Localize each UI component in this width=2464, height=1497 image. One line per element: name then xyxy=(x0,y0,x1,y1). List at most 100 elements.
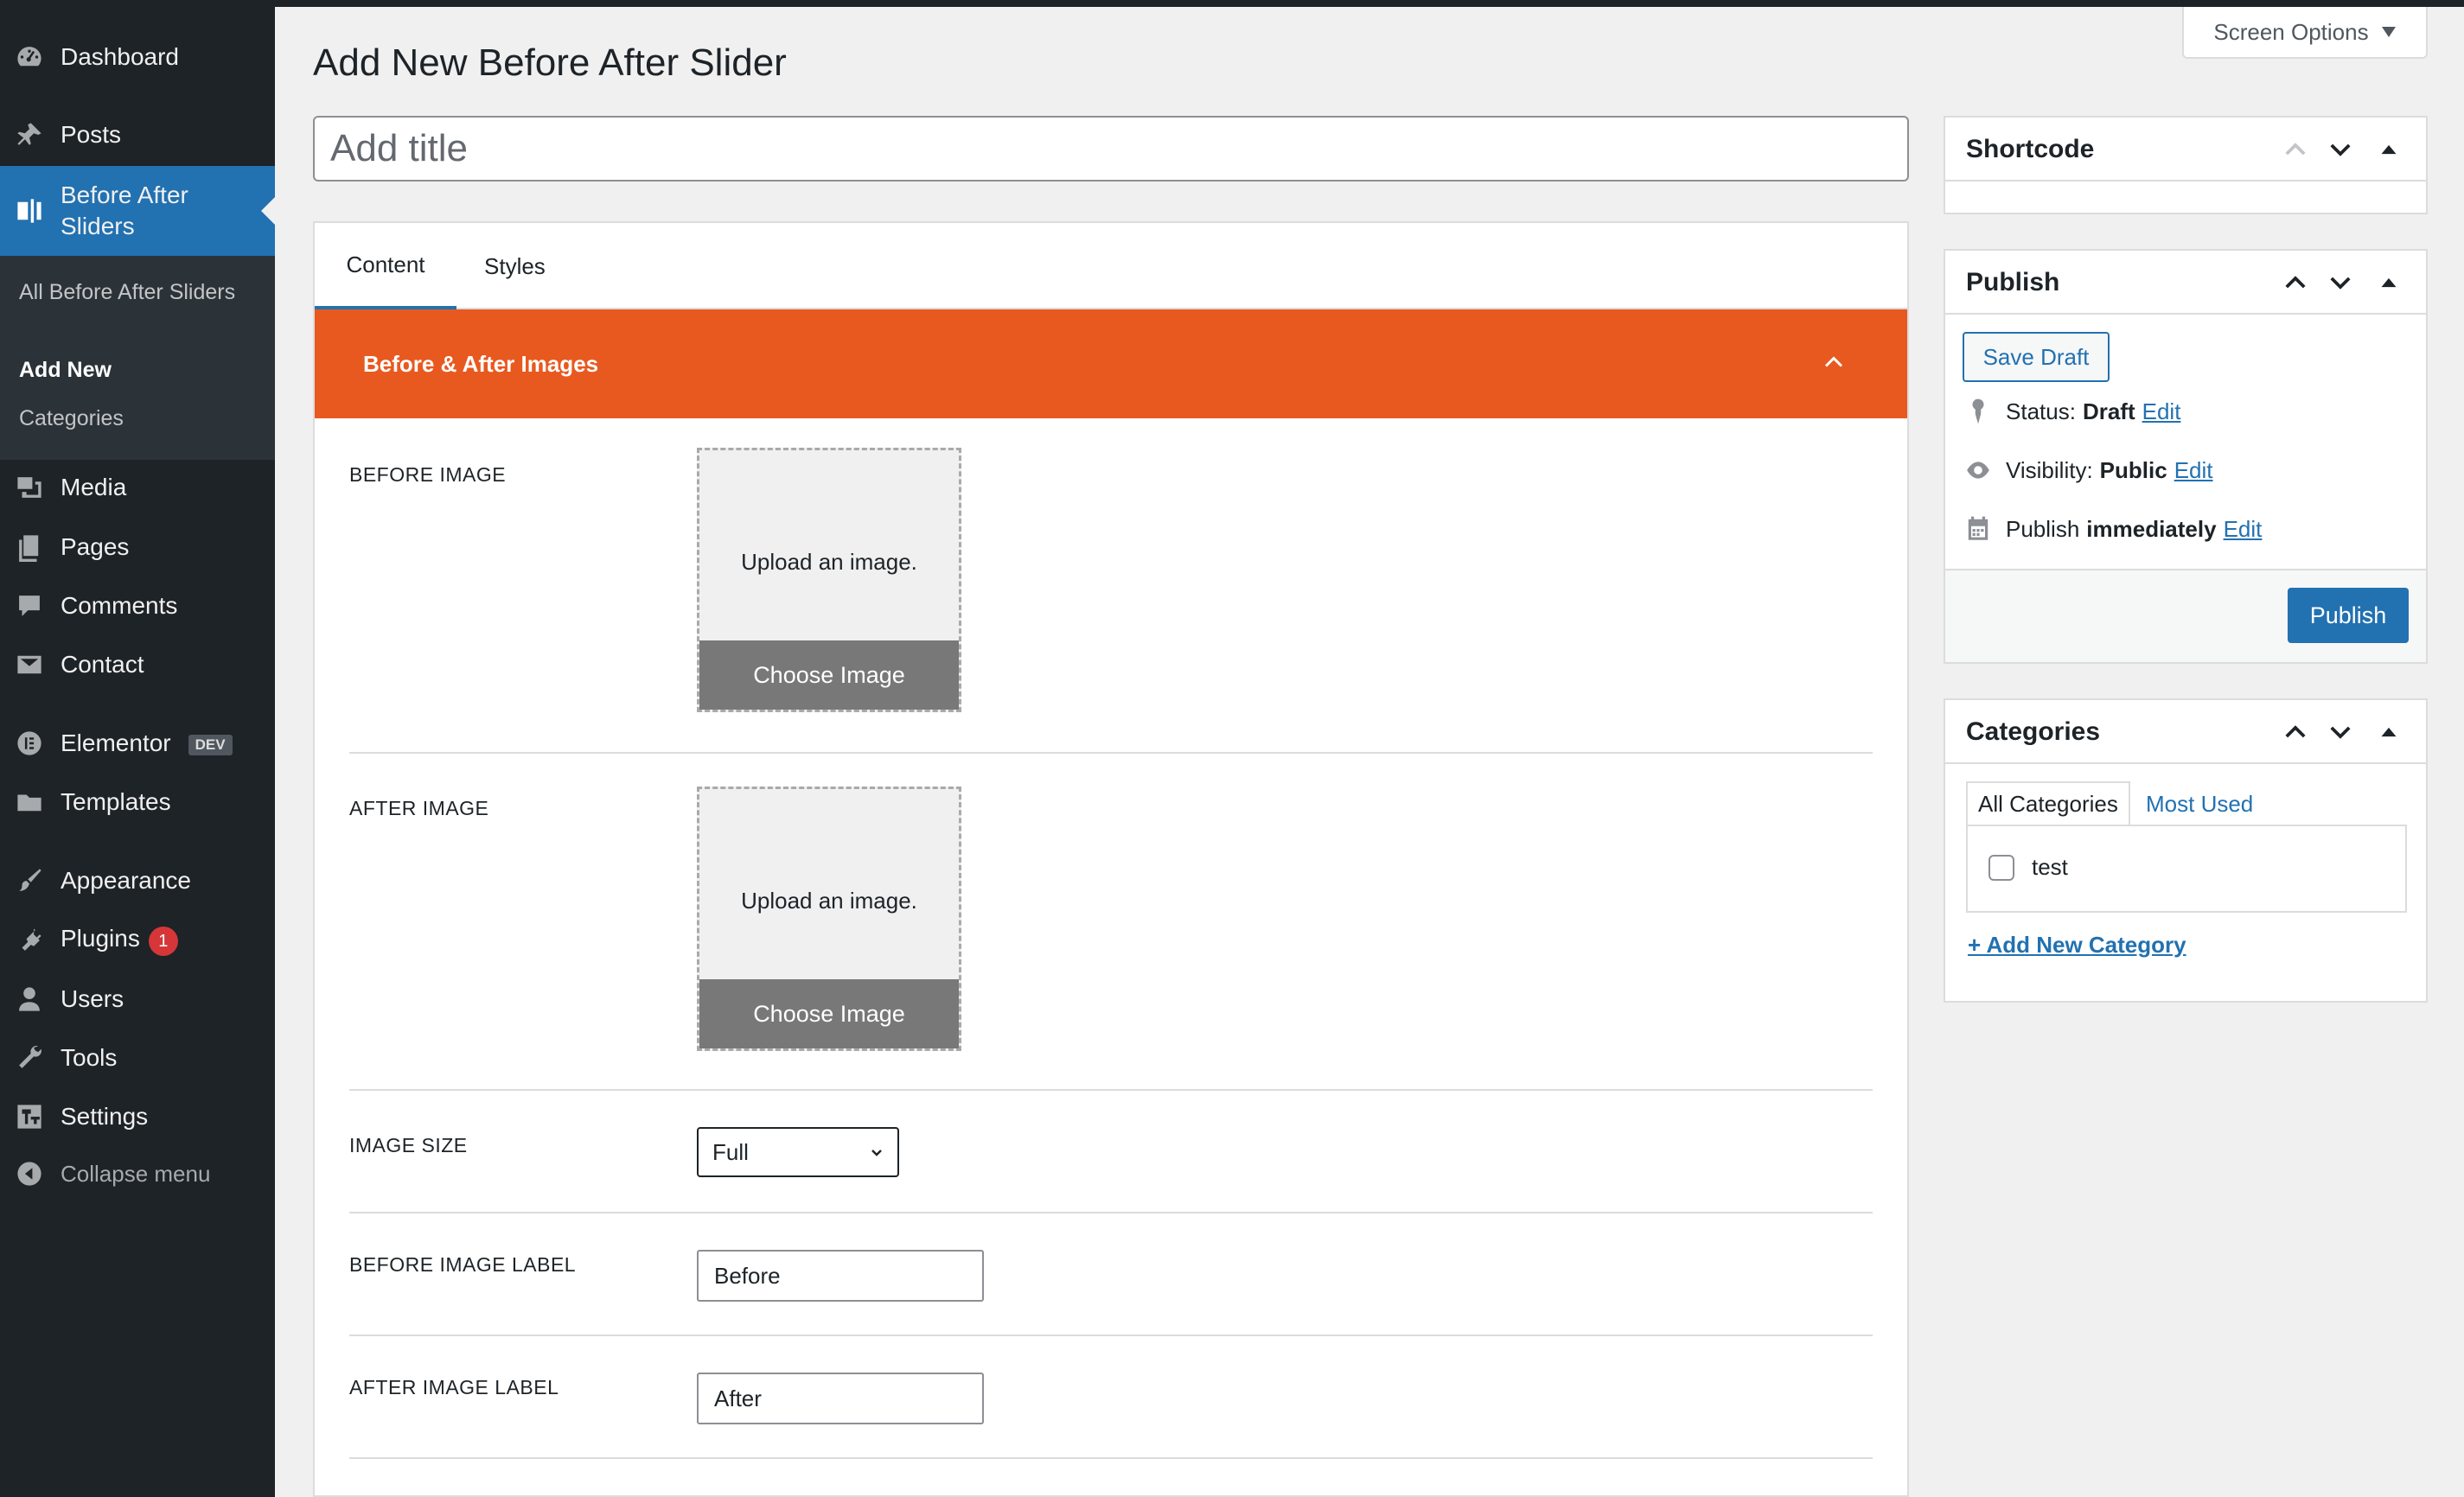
folder-icon xyxy=(14,787,45,818)
admin-top-bar xyxy=(275,0,2464,7)
move-down-button[interactable] xyxy=(2326,135,2355,164)
publish-value: immediately xyxy=(2086,515,2217,542)
sidebar-item-appearance[interactable]: Appearance xyxy=(0,855,275,907)
save-draft-button[interactable]: Save Draft xyxy=(1963,332,2110,382)
chevron-up-icon[interactable] xyxy=(1821,349,1847,375)
add-new-category-link[interactable]: + Add New Category xyxy=(1968,932,2186,959)
publish-time-row: Publish immediately Edit xyxy=(1963,512,2262,546)
edit-publish-time-link[interactable]: Edit xyxy=(2224,516,2263,543)
move-up-button[interactable] xyxy=(2281,268,2310,297)
tab-content[interactable]: Content xyxy=(315,223,456,309)
settings-icon xyxy=(14,1101,45,1132)
sidebar-item-dashboard[interactable]: Dashboard xyxy=(0,31,275,83)
plugins-update-badge: 1 xyxy=(148,927,178,956)
edit-status-link[interactable]: Edit xyxy=(2142,398,2181,425)
pages-icon xyxy=(14,532,45,563)
chevron-up-icon xyxy=(2285,143,2306,156)
sidebar-collapse-menu[interactable]: Collapse menu xyxy=(0,1148,275,1200)
sidebar-item-plugins[interactable]: Plugins 1 xyxy=(0,914,275,966)
sidebar-item-tools[interactable]: Tools xyxy=(0,1032,275,1084)
sidebar-item-settings[interactable]: Settings xyxy=(0,1091,275,1143)
collapse-icon xyxy=(14,1158,45,1189)
sidebar-item-contact[interactable]: Contact xyxy=(0,639,275,691)
sidebar-item-elementor[interactable]: Elementor DEV xyxy=(0,717,275,769)
move-down-button[interactable] xyxy=(2326,268,2355,297)
before-label-row: BEFORE IMAGE LABEL xyxy=(349,1214,1873,1336)
sidebar-label-media: Media xyxy=(61,474,127,500)
before-image-uploader[interactable]: Upload an image. Choose Image xyxy=(697,448,961,712)
admin-sidebar: Dashboard Posts Before After Sliders All… xyxy=(0,0,275,1497)
sidebar-label-dashboard: Dashboard xyxy=(61,43,179,70)
sidebar-item-templates[interactable]: Templates xyxy=(0,776,275,828)
brush-icon xyxy=(14,865,45,896)
envelope-icon xyxy=(14,649,45,680)
screen-options-button[interactable]: Screen Options xyxy=(2182,7,2428,59)
chevron-down-icon xyxy=(2330,726,2351,739)
sidebar-label-posts: Posts xyxy=(61,121,122,148)
categories-box-header: Categories xyxy=(1945,700,2426,764)
page-title: Add New Before After Slider xyxy=(313,41,787,84)
after-image-uploader[interactable]: Upload an image. Choose Image xyxy=(697,787,961,1051)
image-size-select[interactable]: Full xyxy=(697,1127,899,1177)
publish-box-header: Publish xyxy=(1945,251,2426,315)
active-menu-arrow xyxy=(261,197,275,225)
sidebar-item-media[interactable]: Media xyxy=(0,462,275,513)
toggle-panel-button[interactable] xyxy=(2374,135,2403,164)
after-image-row: AFTER IMAGE Upload an image. Choose Imag… xyxy=(349,754,1873,1091)
post-title-input[interactable] xyxy=(313,116,1909,182)
sidebar-item-pages[interactable]: Pages xyxy=(0,521,275,573)
wrench-icon xyxy=(14,1042,45,1073)
submenu-add-new[interactable]: Add New xyxy=(19,354,261,385)
move-up-button[interactable] xyxy=(2281,135,2310,164)
toggle-panel-button[interactable] xyxy=(2374,268,2403,297)
tab-styles[interactable]: Styles xyxy=(484,223,546,309)
visibility-value: Public xyxy=(2099,456,2167,483)
category-item-test[interactable]: test xyxy=(1988,854,2068,881)
sidebar-submenu: All Before After Sliders Add New Categor… xyxy=(0,256,275,460)
before-label-input[interactable] xyxy=(697,1250,984,1302)
edit-visibility-link[interactable]: Edit xyxy=(2174,457,2213,484)
sidebar-item-before-after-sliders[interactable]: Before After Sliders xyxy=(0,166,275,256)
category-checkbox[interactable] xyxy=(1988,854,2014,881)
toggle-panel-button[interactable] xyxy=(2374,717,2403,747)
move-down-button[interactable] xyxy=(2326,717,2355,747)
sidebar-item-users[interactable]: Users xyxy=(0,973,275,1025)
elementor-icon xyxy=(14,728,45,759)
publish-label: Publish xyxy=(2006,515,2080,542)
image-size-row: IMAGE SIZE Full xyxy=(349,1091,1873,1214)
tab-most-used[interactable]: Most Used xyxy=(2135,781,2263,826)
after-image-label-title: AFTER IMAGE LABEL xyxy=(349,1376,559,1398)
slider-settings-box: Content Styles Before & After Images BEF… xyxy=(313,221,1909,1497)
settings-tabs: Content Styles xyxy=(315,223,1907,309)
pin-icon xyxy=(1963,396,1994,427)
sidebar-item-comments[interactable]: Comments xyxy=(0,580,275,632)
chevron-down-icon xyxy=(2330,277,2351,290)
triangle-up-icon xyxy=(2381,144,2397,155)
sidebar-label-tools: Tools xyxy=(61,1044,118,1071)
triangle-up-icon xyxy=(2381,727,2397,737)
before-image-label: BEFORE IMAGE xyxy=(349,463,507,486)
tab-all-categories[interactable]: All Categories xyxy=(1966,781,2130,826)
publish-actions: Publish xyxy=(1945,569,2426,662)
visibility-row: Visibility: Public Edit xyxy=(1963,453,2213,487)
after-label-input[interactable] xyxy=(697,1373,984,1424)
publish-box-title: Publish xyxy=(1966,268,2060,296)
move-up-button[interactable] xyxy=(2281,717,2310,747)
submenu-categories[interactable]: Categories xyxy=(19,403,261,434)
dashboard-icon xyxy=(14,41,45,73)
publish-button[interactable]: Publish xyxy=(2288,588,2409,643)
publish-box: Publish Save Draft Status: Draft Edit Vi… xyxy=(1944,249,2428,664)
status-row: Status: Draft Edit xyxy=(1963,394,2180,429)
user-icon xyxy=(14,984,45,1015)
sidebar-label-pages: Pages xyxy=(61,533,130,560)
submenu-all-sliders[interactable]: All Before After Sliders xyxy=(19,277,261,308)
before-image-row: BEFORE IMAGE Upload an image. Choose Ima… xyxy=(349,418,1873,754)
sidebar-label-before-after: Before After Sliders xyxy=(61,182,188,239)
tab-content-label: Content xyxy=(346,251,425,277)
after-choose-image-button[interactable]: Choose Image xyxy=(699,979,959,1048)
before-after-images-section-header[interactable]: Before & After Images xyxy=(315,309,1907,418)
comment-icon xyxy=(14,590,45,621)
sidebar-item-posts[interactable]: Posts xyxy=(0,109,275,161)
before-choose-image-button[interactable]: Choose Image xyxy=(699,640,959,710)
category-name: test xyxy=(2032,854,2068,880)
